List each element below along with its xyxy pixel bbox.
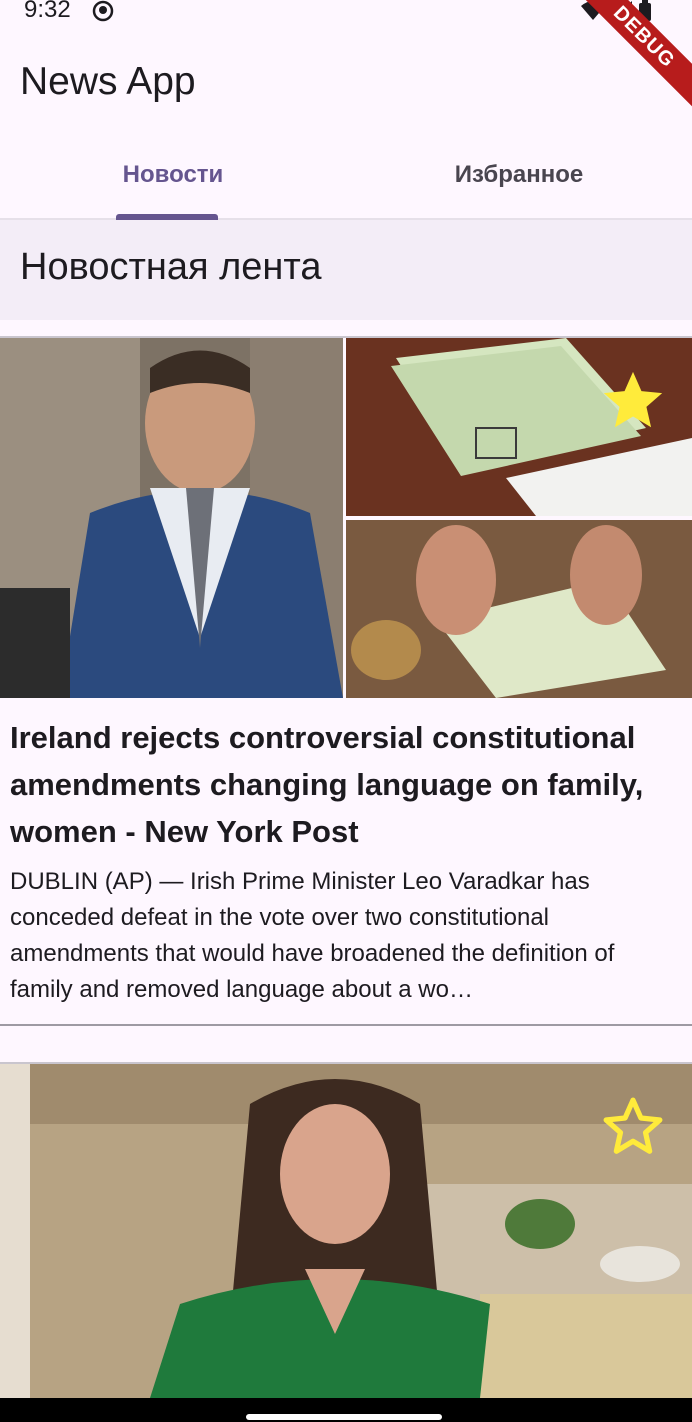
photo-woman-kitchen	[0, 1064, 692, 1398]
photo-person-suit	[0, 338, 343, 698]
section-header: Новостная лента	[0, 220, 692, 320]
article-image[interactable]	[0, 338, 692, 698]
app-bar: News App	[0, 40, 692, 130]
section-title: Новостная лента	[20, 246, 322, 288]
star-filled-icon[interactable]	[598, 366, 668, 436]
app-title: News App	[20, 60, 196, 103]
tab-bar: Новости Избранное	[0, 138, 692, 220]
photo-counting-ballots	[346, 520, 692, 698]
tab-favorites[interactable]: Избранное	[346, 138, 692, 218]
status-time: 9:32	[24, 0, 71, 23]
tab-favorites-label: Избранное	[454, 161, 584, 188]
image-panel-portrait	[0, 338, 343, 698]
star-outline-icon[interactable]	[598, 1092, 668, 1162]
tab-news[interactable]: Новости	[0, 138, 346, 218]
app-notification-icon	[92, 0, 114, 22]
article-image[interactable]	[0, 1064, 692, 1398]
system-nav-bar	[0, 1398, 692, 1422]
home-gesture-handle[interactable]	[246, 1414, 442, 1420]
article-title[interactable]: Ireland rejects controversial constituti…	[10, 714, 680, 855]
tab-news-label: Новости	[122, 161, 224, 188]
image-panel-ballots-bottom	[346, 520, 692, 698]
status-bar: 9:32	[0, 0, 692, 26]
divider	[0, 1024, 692, 1026]
article-description: DUBLIN (AP) — Irish Prime Minister Leo V…	[10, 868, 615, 1003]
